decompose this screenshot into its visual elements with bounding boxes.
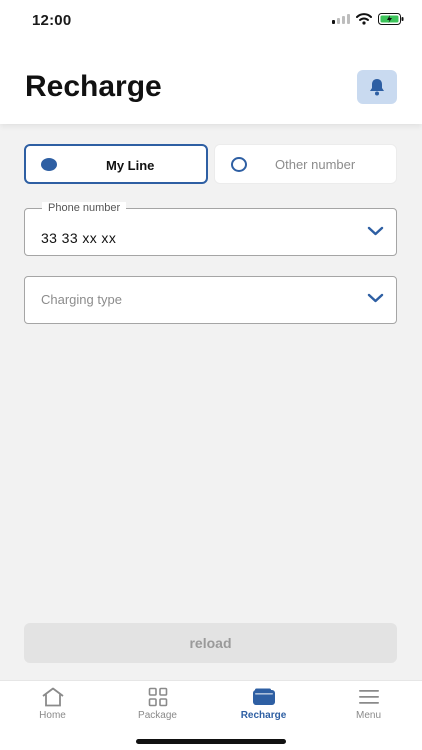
page-title: Recharge	[25, 70, 162, 103]
status-time: 12:00	[32, 12, 72, 29]
charging-type-select[interactable]: Charging type	[24, 276, 397, 324]
wifi-icon	[356, 13, 372, 25]
menu-icon	[358, 687, 380, 707]
chevron-down-icon	[367, 293, 384, 303]
option-my-line[interactable]: My Line	[24, 144, 208, 184]
radio-selected-icon	[41, 158, 57, 171]
reload-button[interactable]: reload	[24, 623, 397, 663]
tab-menu[interactable]: Menu	[316, 681, 421, 729]
notifications-button[interactable]	[357, 70, 397, 104]
option-other-number[interactable]: Other number	[214, 144, 397, 184]
status-icons	[332, 13, 404, 25]
signal-icon	[332, 14, 350, 24]
phone-number-value: 33 33 xx xx	[41, 230, 117, 246]
phone-number-label: Phone number	[42, 202, 127, 214]
wallet-icon	[252, 687, 276, 707]
status-bar: 12:00	[0, 0, 422, 44]
charging-type-placeholder: Charging type	[41, 292, 122, 307]
home-indicator	[136, 739, 286, 744]
grid-icon	[148, 687, 168, 707]
bell-icon	[370, 79, 384, 96]
home-icon	[40, 687, 66, 707]
phone-number-select[interactable]: Phone number 33 33 xx xx	[24, 202, 397, 256]
tab-recharge-label: Recharge	[240, 710, 287, 721]
tab-home[interactable]: Home	[0, 681, 105, 729]
tab-package-label: Package	[138, 710, 177, 721]
battery-charging-icon	[378, 13, 404, 25]
radio-unselected-icon	[231, 157, 247, 172]
tab-package[interactable]: Package	[105, 681, 210, 729]
app-header: 12:00 Recharge	[0, 0, 422, 124]
tab-home-label: Home	[39, 710, 66, 721]
tab-menu-label: Menu	[355, 710, 381, 721]
option-my-line-label: My Line	[106, 158, 155, 173]
option-other-number-label: Other number	[275, 157, 356, 172]
chevron-down-icon	[367, 226, 384, 236]
tab-recharge[interactable]: Recharge	[211, 681, 316, 729]
